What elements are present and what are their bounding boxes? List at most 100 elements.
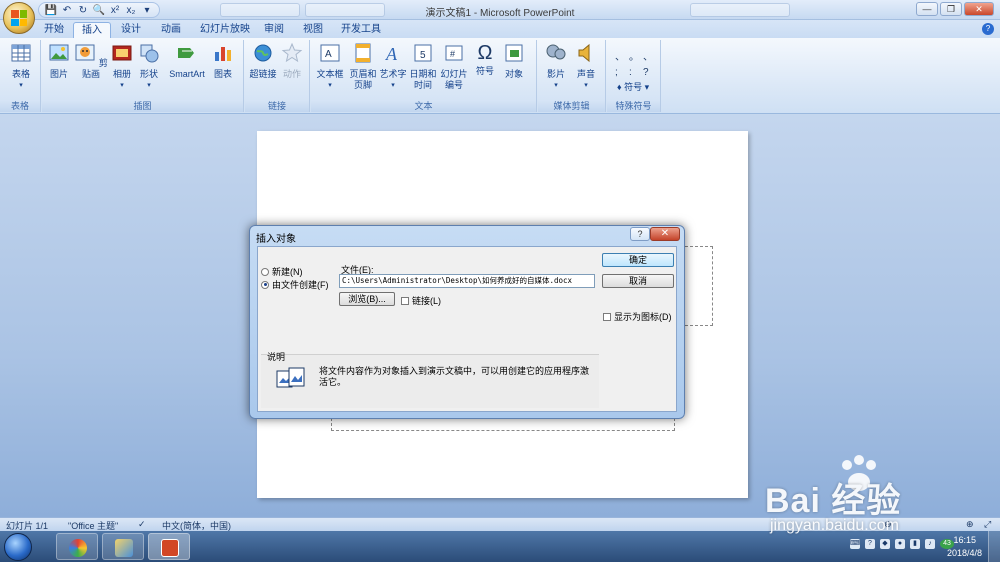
datetime-button[interactable]: 5 日期和时间: [409, 42, 437, 91]
dialog-close-button[interactable]: ✕: [650, 227, 680, 241]
keyboard-icon[interactable]: ⌨: [850, 539, 860, 549]
minimize-button[interactable]: —: [916, 2, 938, 16]
tab-developer[interactable]: 开发工具: [333, 22, 389, 38]
symbol-cell[interactable]: :: [629, 67, 643, 78]
description-text: 将文件内容作为对象插入到演示文稿中，可以用创建它的应用程序激活它。: [319, 366, 590, 387]
tab-design[interactable]: 设计: [113, 22, 149, 38]
chart-icon: [215, 47, 231, 61]
restore-button[interactable]: ❐: [940, 2, 962, 16]
dialog-help-button[interactable]: ?: [630, 227, 650, 241]
file-path-input[interactable]: C:\Users\Administrator\Desktop\如何养成好的自媒体…: [339, 274, 595, 288]
system-tray: ⌨ ? ◆ ● ▮ ♪ 43: [850, 539, 954, 549]
radio-indicator: [261, 280, 269, 289]
group-label-links: 链接: [245, 100, 309, 112]
insert-object-dialog: 插入对象 ? ✕ 新建(N) 由文件创建(F) 文件(E): C:\Users\…: [249, 225, 685, 419]
smartart-button[interactable]: SmartArt: [166, 42, 208, 80]
cancel-button[interactable]: 取消: [602, 274, 674, 288]
chevron-down-icon: ▾: [554, 82, 558, 89]
embedded-object-icon: [276, 367, 305, 388]
help-tray-icon[interactable]: ?: [865, 539, 875, 549]
baidu-watermark: Bai 经验 jingyan.baidu.com: [765, 455, 995, 540]
network-icon[interactable]: ▮: [910, 539, 920, 549]
symbol-button[interactable]: Ω 符号: [472, 42, 498, 77]
symbol-cell[interactable]: 、: [615, 48, 629, 63]
group-illustrations: 图片 剪贴画 相册 ▾ 形状 ▾ SmartArt 图表 插图: [42, 40, 244, 112]
action-star-icon: [281, 42, 303, 63]
group-label-media: 媒体剪辑: [538, 100, 605, 112]
volume-icon[interactable]: ♪: [925, 539, 935, 549]
qq-icon[interactable]: ●: [895, 539, 905, 549]
chevron-down-icon: ▾: [584, 82, 588, 89]
symbol-cell[interactable]: 。: [629, 48, 643, 63]
office-logo-icon: [11, 10, 27, 26]
checkbox-indicator: [603, 312, 611, 321]
spellcheck-icon[interactable]: ✓: [138, 519, 146, 530]
radio-indicator: [261, 267, 269, 276]
chart-button[interactable]: 图表: [210, 42, 236, 80]
link-checkbox[interactable]: 链接(L): [401, 294, 441, 307]
tab-insert[interactable]: 插入: [73, 22, 111, 38]
chevron-down-icon: ▾: [147, 82, 151, 89]
clipart-button[interactable]: 剪贴画: [74, 42, 108, 80]
omega-icon: Ω: [477, 42, 493, 64]
ok-button[interactable]: 确定: [602, 253, 674, 267]
header-footer-button[interactable]: 页眉和页脚: [347, 42, 379, 91]
radio-create-new[interactable]: 新建(N): [261, 265, 303, 278]
shapes-icon: [140, 44, 159, 63]
group-label-illustrations: 插图: [42, 100, 243, 112]
close-button[interactable]: ✕: [964, 2, 994, 16]
clock-date[interactable]: 2018/4/8: [947, 548, 982, 558]
taskbar-browser-button[interactable]: [56, 533, 98, 560]
object-icon: [505, 44, 523, 62]
security-icon[interactable]: ◆: [880, 539, 890, 549]
group-label-text: 文本: [311, 100, 536, 112]
action-button[interactable]: 动作: [279, 42, 305, 80]
table-button[interactable]: 表格 ▾: [6, 42, 36, 91]
tab-home[interactable]: 开始: [36, 22, 72, 38]
browse-button[interactable]: 浏览(B)...: [339, 292, 395, 306]
window-title: 演示文稿1 - Microsoft PowerPoint: [425, 8, 575, 19]
svg-text:A: A: [325, 49, 332, 60]
taskbar-paint-button[interactable]: [102, 533, 144, 560]
watermark-text: Bai 经验: [765, 482, 902, 520]
help-icon[interactable]: ?: [982, 23, 994, 35]
powerpoint-icon: [161, 539, 179, 557]
tab-animation[interactable]: 动画: [153, 22, 189, 38]
wordart-button[interactable]: A 艺术字 ▾: [378, 42, 408, 91]
photo-album-button[interactable]: 相册 ▾: [110, 42, 134, 91]
start-button[interactable]: [4, 533, 32, 561]
chevron-down-icon: ▾: [644, 82, 650, 92]
clipart-icon: [75, 44, 95, 61]
tab-review[interactable]: 审阅: [256, 22, 292, 38]
tab-slideshow[interactable]: 幻灯片放映: [192, 22, 258, 38]
ribbon-tabs: 开始 插入 设计 动画 幻灯片放映 审阅 视图 开发工具 ?: [0, 20, 1000, 38]
window-controls: — ❐ ✕: [916, 2, 994, 16]
shapes-button[interactable]: 形状 ▾: [137, 42, 161, 91]
picture-icon: [49, 44, 69, 61]
symbol-cell[interactable]: 、: [643, 48, 657, 63]
tab-view[interactable]: 视图: [295, 22, 331, 38]
display-as-icon-checkbox[interactable]: 显示为图标(D): [603, 310, 672, 323]
radio-create-from-file[interactable]: 由文件创建(F): [261, 278, 329, 291]
picture-button[interactable]: 图片: [46, 42, 72, 80]
special-symbol-button[interactable]: ♦ 符号 ▾: [617, 80, 649, 93]
object-button[interactable]: 对象: [501, 42, 527, 80]
paint-icon: [115, 539, 133, 557]
svg-text:5: 5: [420, 50, 426, 61]
ribbon: 表格 ▾ 表格 图片 剪贴画 相册 ▾ 形状 ▾ SmartArt 图表 插图 …: [0, 38, 1000, 114]
watermark-url: jingyan.baidu.com: [770, 517, 899, 534]
hyperlink-button[interactable]: 超链接: [247, 42, 279, 80]
film-reel-icon: [546, 44, 566, 60]
slide-number-button[interactable]: # 幻灯片编号: [439, 42, 469, 91]
group-label-special-symbols: 特殊符号: [607, 100, 660, 112]
office-button[interactable]: [3, 2, 35, 34]
movie-button[interactable]: 影片 ▾: [542, 42, 570, 91]
group-links: 超链接 动作 链接: [245, 40, 310, 112]
textbox-button[interactable]: A 文本框 ▾: [315, 42, 345, 91]
symbol-cell[interactable]: ?: [643, 67, 657, 78]
taskbar-powerpoint-button[interactable]: [148, 533, 190, 560]
sound-button[interactable]: 声音 ▾: [572, 42, 600, 91]
description-label: 说明: [267, 352, 286, 362]
symbol-cell[interactable]: ;: [615, 67, 629, 78]
slide-number-icon: #: [445, 45, 463, 61]
